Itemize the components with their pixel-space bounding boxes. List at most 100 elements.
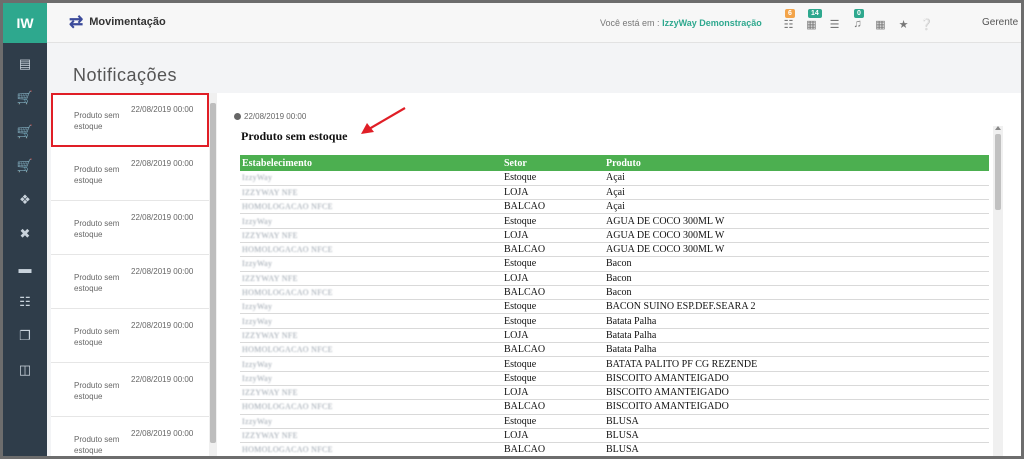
scroll-up-icon[interactable] — [995, 126, 1001, 130]
calendar-icon[interactable]: ▦ 14 — [800, 9, 823, 33]
notification-title: Produto sem estoque — [74, 327, 120, 347]
detail-title: Produto sem estoque — [241, 129, 348, 143]
cell-product: Açai — [604, 199, 989, 215]
bell-badge: 0 — [854, 9, 864, 18]
grid-calendar-icon[interactable]: ▦ — [869, 15, 892, 33]
notification-item[interactable]: Produto sem estoque 22/08/2019 00:00 — [51, 309, 209, 363]
copy-icon[interactable]: ❐ — [3, 319, 47, 353]
cell-establishment: IZZYWAY NFE — [240, 228, 502, 243]
cell-product: Açai — [604, 171, 989, 186]
cell-product: BLUSA — [604, 414, 989, 429]
notification-date: 22/08/2019 00:00 — [131, 213, 194, 222]
notification-title: Produto sem estoque — [74, 273, 120, 293]
cell-product: Batata Palha — [604, 342, 989, 358]
location-name[interactable]: IzzyWay Demonstração — [662, 18, 762, 28]
cell-sector: Estoque — [502, 256, 604, 272]
table-row: IzzyWay Estoque BATATA PALITO PF CG REZEND… — [240, 356, 989, 372]
notification-list-scrollbar[interactable] — [209, 93, 217, 456]
scrollbar-thumb[interactable] — [210, 103, 216, 443]
detail-scrollbar[interactable] — [993, 126, 1003, 456]
cell-product: BISCOITO AMANTEIGADO — [604, 371, 989, 386]
cell-sector: Estoque — [502, 213, 604, 229]
user-menu[interactable]: Gerente — [982, 17, 1018, 28]
bell-icon[interactable]: ♫ 0 — [846, 9, 869, 33]
tasks-icon[interactable]: ☰ — [823, 15, 846, 33]
cell-establishment: IzzyWay — [240, 213, 502, 229]
table-row: IzzyWay Estoque AGUA DE COCO 300ML W — [240, 213, 989, 229]
column-header: Estabelecimento — [240, 155, 502, 171]
table-row: IzzyWay Estoque BLUSA — [240, 414, 989, 429]
notification-item-selected[interactable]: Produto sem estoque 22/08/2019 00:00 — [51, 93, 209, 147]
cell-establishment: HOMOLOGACAO NFCE — [240, 285, 502, 301]
cell-product: AGUA DE COCO 300ML W — [604, 228, 989, 243]
cart-check-icon[interactable]: 🛒 — [3, 149, 47, 183]
notification-item[interactable]: Produto sem estoque 22/08/2019 00:00 — [51, 201, 209, 255]
notification-title: Produto sem estoque — [74, 165, 120, 185]
cell-product: BLUSA — [604, 428, 989, 444]
column-header: Produto — [604, 155, 989, 171]
app-window: IW ▤ 🛒 🛒 🛒 ❖ ✖ ▬ ☷ ❐ ◫ ⇄ Movimentação Vo… — [0, 0, 1024, 459]
stock-table: Estabelecimento Setor Produto IzzyWay Est… — [240, 155, 989, 456]
cell-sector: LOJA — [502, 328, 604, 344]
table-icon[interactable]: ☷ — [3, 285, 47, 319]
cell-product: BATATA PALITO PF CG REZENDE — [604, 356, 989, 372]
tools-icon[interactable]: ✖ — [3, 217, 47, 251]
cell-product: Açai — [604, 185, 989, 201]
table-row: IzzyWay Estoque Batata Palha — [240, 313, 989, 329]
file-icon[interactable]: ◫ — [3, 353, 47, 387]
cell-sector: LOJA — [502, 185, 604, 201]
cell-product: AGUA DE COCO 300ML W — [604, 213, 989, 229]
location-prefix: Você está em : — [600, 18, 660, 28]
app-logo[interactable]: IW — [3, 3, 47, 43]
star-icon[interactable]: ★ — [892, 15, 915, 33]
table-row: IZZYWAY NFE LOJA BLUSA — [240, 428, 989, 444]
table-row: IzzyWay Estoque BACON SUINO ESP.DEF.SEARA … — [240, 299, 989, 315]
notification-item[interactable]: Produto sem estoque 22/08/2019 00:00 — [51, 417, 209, 456]
table-header-row: Estabelecimento Setor Produto — [240, 155, 989, 171]
page-title: Notificações — [73, 65, 178, 85]
notification-title: Produto sem estoque — [74, 219, 120, 239]
cart-plus-icon[interactable]: 🛒 — [3, 115, 47, 149]
top-icons: ☷ 6 ▦ 14 ☰ ♫ 0 ▦ ★ ❔ — [777, 9, 938, 33]
table-row: IZZYWAY NFE LOJA Bacon — [240, 271, 989, 286]
table-body: IzzyWay Estoque Açai IZZYWAY NFE LOJA Açai HOM… — [240, 171, 989, 456]
cell-sector: BALCAO — [502, 342, 604, 358]
cell-sector: LOJA — [502, 428, 604, 444]
cell-sector: BALCAO — [502, 199, 604, 215]
cell-establishment: HOMOLOGACAO NFCE — [240, 399, 502, 415]
notification-item[interactable]: Produto sem estoque 22/08/2019 00:00 — [51, 363, 209, 417]
cell-sector: LOJA — [502, 385, 604, 401]
cell-establishment: IzzyWay — [240, 356, 502, 372]
table-row: HOMOLOGACAO NFCE BALCAO BLUSA — [240, 442, 989, 456]
scrollbar-thumb[interactable] — [995, 134, 1001, 210]
chart-icon[interactable]: ▤ — [3, 47, 47, 81]
cell-sector: Estoque — [502, 371, 604, 386]
cell-establishment: IzzyWay — [240, 171, 502, 186]
notification-detail: 22/08/2019 00:00 Produto sem estoque Est… — [217, 93, 1021, 456]
cell-sector: LOJA — [502, 228, 604, 243]
annotation-arrow-icon — [361, 107, 406, 134]
help-icon[interactable]: ❔ — [915, 15, 938, 33]
cell-sector: BALCAO — [502, 242, 604, 258]
table-row: HOMOLOGACAO NFCE BALCAO Açai — [240, 199, 989, 215]
puzzle-icon[interactable]: ❖ — [3, 183, 47, 217]
table-row: IZZYWAY NFE LOJA BISCOITO AMANTEIGADO — [240, 385, 989, 401]
sidebar: IW ▤ 🛒 🛒 🛒 ❖ ✖ ▬ ☷ ❐ ◫ — [3, 3, 47, 456]
notification-item[interactable]: Produto sem estoque 22/08/2019 00:00 — [51, 255, 209, 309]
current-location: Você está em : IzzyWay Demonstração — [600, 18, 762, 28]
notification-item[interactable]: Produto sem estoque 22/08/2019 00:00 — [51, 147, 209, 201]
cell-establishment: IzzyWay — [240, 414, 502, 429]
cell-product: BLUSA — [604, 442, 989, 456]
table-row: IzzyWay Estoque Açai — [240, 171, 989, 186]
sitemap-badge: 6 — [785, 9, 795, 18]
clock-icon — [234, 113, 241, 120]
cell-sector: LOJA — [502, 271, 604, 286]
sitemap-icon[interactable]: ☷ 6 — [777, 9, 800, 33]
table-row: IZZYWAY NFE LOJA Batata Palha — [240, 328, 989, 344]
cell-establishment: IZZYWAY NFE — [240, 328, 502, 344]
cart-icon[interactable]: 🛒 — [3, 81, 47, 115]
table-row: HOMOLOGACAO NFCE BALCAO AGUA DE COCO 300ML… — [240, 242, 989, 258]
card-icon[interactable]: ▬ — [3, 251, 47, 285]
cell-establishment: IZZYWAY NFE — [240, 428, 502, 444]
cell-establishment: IzzyWay — [240, 256, 502, 272]
